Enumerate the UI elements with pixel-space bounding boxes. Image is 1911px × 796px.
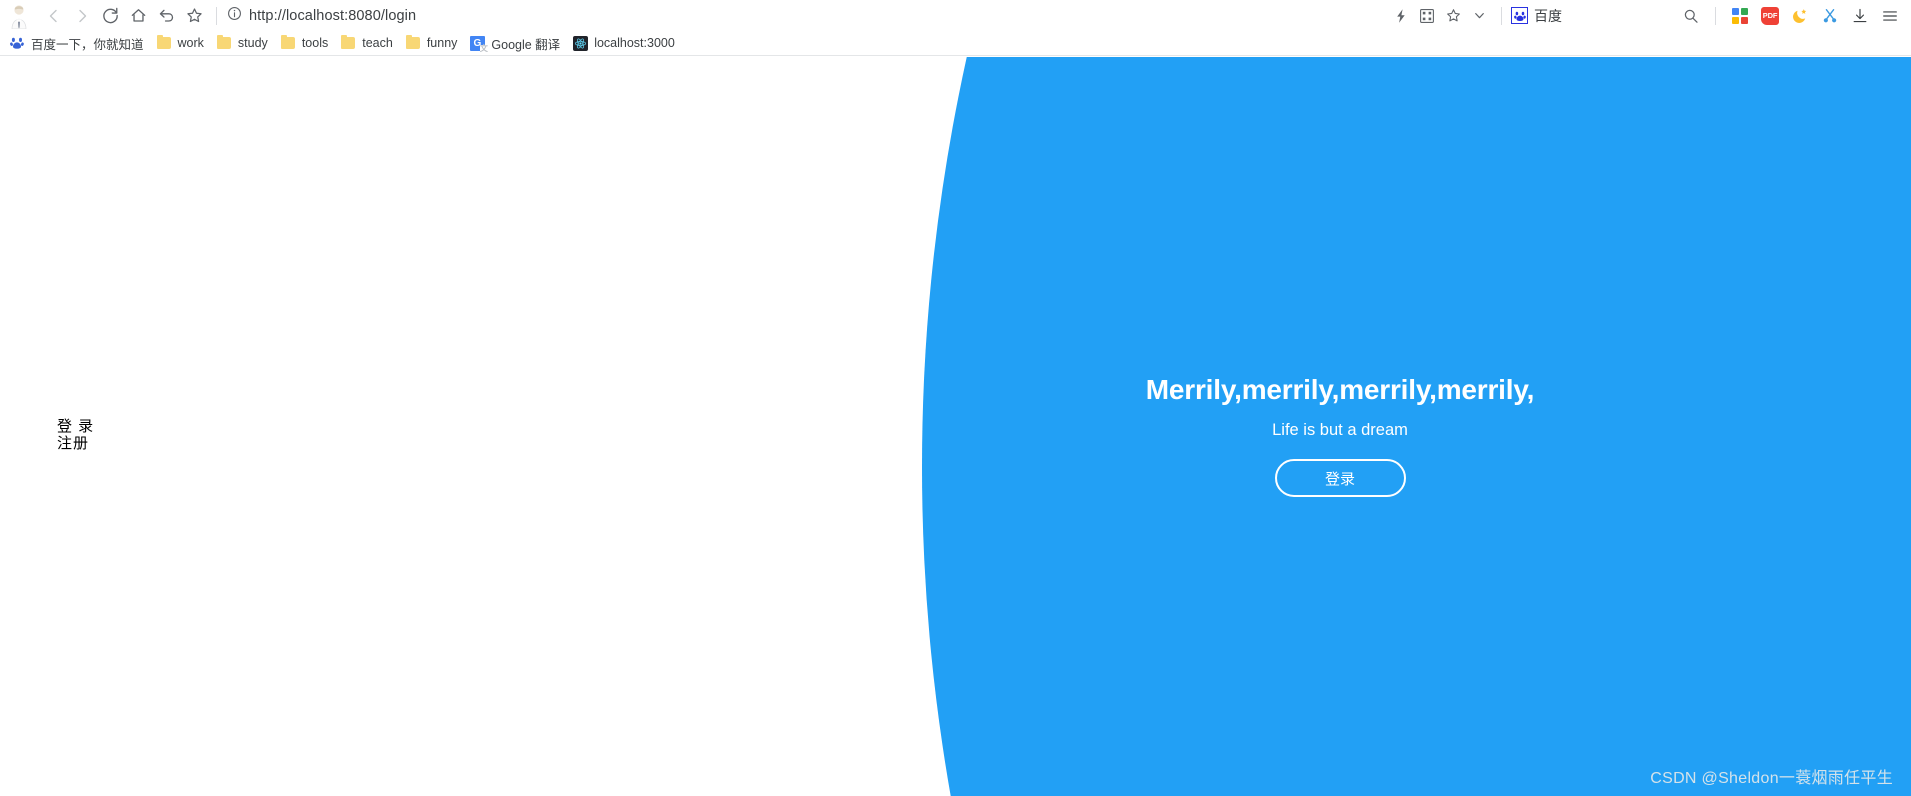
- bookmark-label: funny: [426, 36, 458, 50]
- address-bar-divider: [216, 6, 217, 25]
- bookmark-label: work: [177, 36, 204, 50]
- bookmark-item-teach[interactable]: teach: [335, 33, 400, 53]
- register-link[interactable]: 注册: [57, 435, 94, 452]
- address-bar[interactable]: http://localhost:8080/login: [212, 3, 1388, 29]
- bookmarks-bar: 百度一下，你就知道 work study tools teach funny G…: [0, 31, 1911, 56]
- bookmark-item-study[interactable]: study: [211, 33, 275, 53]
- baidu-paw-icon: [1511, 7, 1528, 24]
- browser-toolbar: http://localhost:8080/login 百度 PDF: [0, 0, 1911, 31]
- toolbar-divider-1: [1501, 6, 1502, 25]
- reload-button[interactable]: [96, 3, 124, 29]
- search-magnifier-icon[interactable]: [1676, 3, 1706, 29]
- bookmark-item-tools[interactable]: tools: [275, 33, 335, 53]
- home-button[interactable]: [124, 3, 152, 29]
- bookmark-label: 百度一下，你就知道: [31, 37, 144, 52]
- folder-icon: [156, 35, 172, 51]
- hero-title: Merrily,merrily,merrily,merrily,: [1145, 374, 1535, 405]
- search-engine-label: 百度: [1534, 7, 1562, 24]
- bookmark-label: teach: [362, 36, 393, 50]
- hero-login-button[interactable]: 登录: [1274, 458, 1406, 497]
- folder-icon: [340, 35, 356, 51]
- pdf-icon[interactable]: PDF: [1755, 3, 1785, 29]
- bookmark-item-google-translate[interactable]: G Google 翻译: [464, 32, 567, 55]
- login-link[interactable]: 登 录: [57, 418, 94, 435]
- hero-subtitle: Life is but a dream: [1272, 420, 1408, 439]
- folder-icon: [280, 35, 296, 51]
- info-circle-icon[interactable]: [227, 6, 242, 26]
- bookmark-item-baidu[interactable]: 百度一下，你就知道: [4, 32, 151, 55]
- pdf-badge: PDF: [1761, 6, 1779, 25]
- bookmark-label: tools: [301, 36, 329, 50]
- react-icon: [572, 35, 588, 51]
- bookmark-label: Google 翻译: [491, 37, 561, 52]
- search-engine-chip[interactable]: 百度: [1511, 6, 1562, 26]
- google-translate-icon: G: [469, 35, 488, 53]
- hero-block: Merrily,merrily,merrily,merrily, Life is…: [1080, 374, 1600, 497]
- apps-grid-icon[interactable]: [1725, 3, 1755, 29]
- apps-grid-shape: [1732, 7, 1748, 24]
- bookmark-item-funny[interactable]: funny: [400, 33, 465, 53]
- page-content: 登 录 注册 Merrily,merrily,merrily,merrily, …: [0, 57, 1911, 796]
- folder-icon: [216, 35, 232, 51]
- toolbar-right-group: 百度 PDF: [1388, 3, 1905, 29]
- lightning-bolt-icon[interactable]: [1388, 3, 1414, 29]
- bookmark-label: localhost:3000: [594, 36, 675, 50]
- bookmark-item-work[interactable]: work: [151, 33, 211, 53]
- folder-icon: [405, 35, 421, 51]
- side-auth-links: 登 录 注册: [57, 418, 94, 452]
- csdn-watermark: CSDN @Sheldon一蓑烟雨任平生: [1650, 770, 1893, 787]
- bookmark-star-button[interactable]: [180, 3, 208, 29]
- moon-star-icon[interactable]: [1785, 3, 1815, 29]
- forward-button[interactable]: [68, 3, 96, 29]
- back-button[interactable]: [40, 3, 68, 29]
- hamburger-menu-icon[interactable]: [1875, 3, 1905, 29]
- qr-code-icon[interactable]: [1414, 3, 1440, 29]
- bookmark-label: study: [237, 36, 268, 50]
- download-arrow-icon[interactable]: [1845, 3, 1875, 29]
- toolbar-divider-2: [1715, 6, 1716, 25]
- chevron-down-icon[interactable]: [1466, 3, 1492, 29]
- toolbar-star-icon[interactable]: [1440, 3, 1466, 29]
- scissors-icon[interactable]: [1815, 3, 1845, 29]
- bookmark-item-localhost-3000[interactable]: localhost:3000: [567, 33, 682, 53]
- baidu-paw-icon: [9, 35, 25, 51]
- undo-button[interactable]: [152, 3, 180, 29]
- profile-avatar[interactable]: [6, 3, 32, 29]
- url-text[interactable]: http://localhost:8080/login: [249, 8, 416, 24]
